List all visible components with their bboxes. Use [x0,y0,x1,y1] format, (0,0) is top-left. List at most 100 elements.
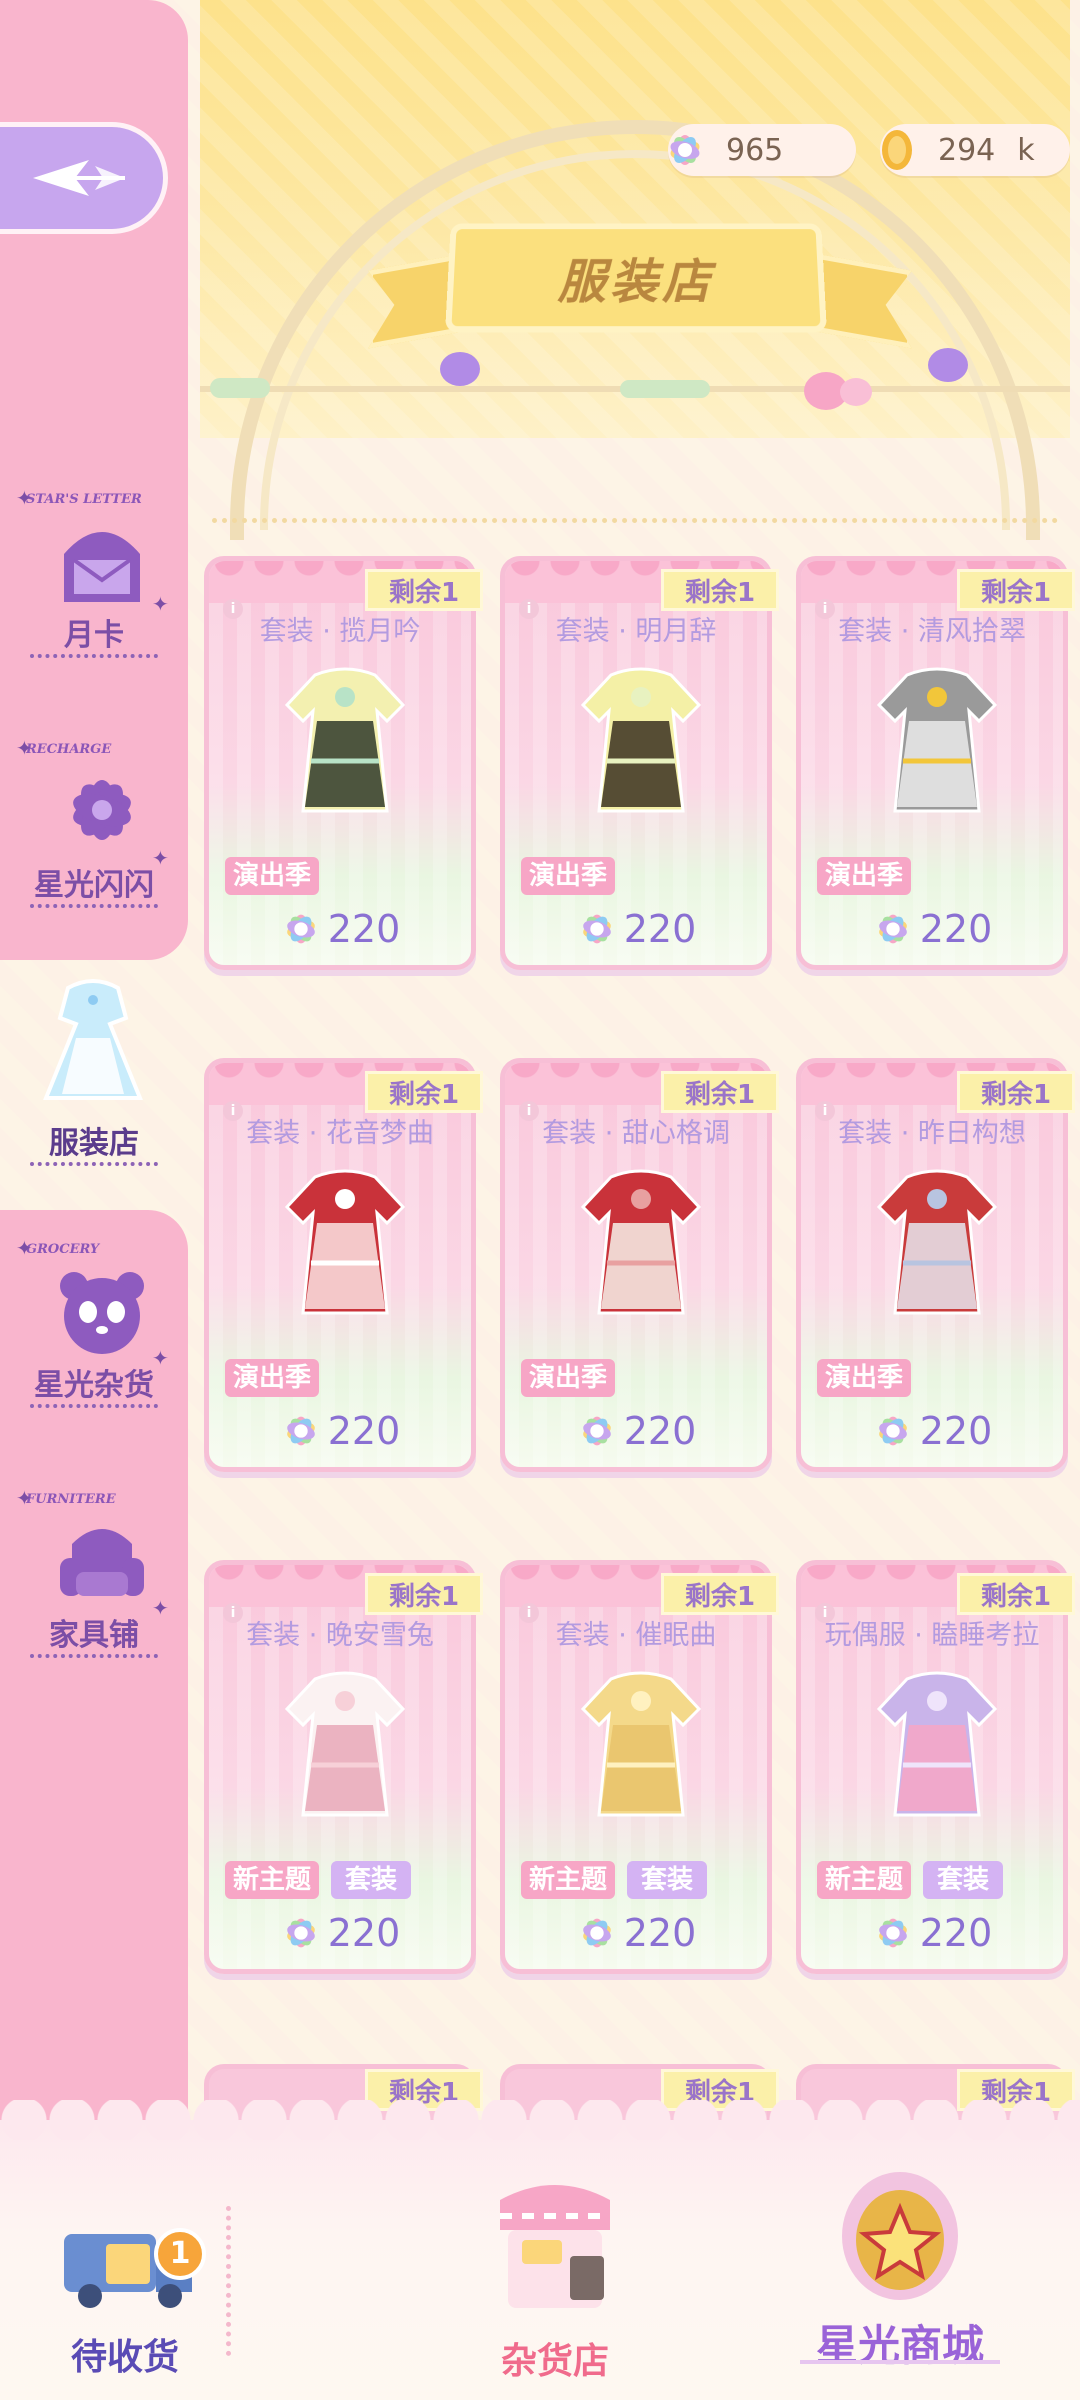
sidebar: STAR'S LETTER ✦ ✦ 月卡 RECHARGE ✦ ✦ 星光闪闪 服… [0,0,188,2400]
letter-icon [54,514,150,606]
price-value: 220 [624,907,697,951]
page-title: 服装店 [557,243,715,312]
sidebar-item-furniture[interactable]: FURNITERE ✦ ✦ 家具铺 [0,1492,188,1692]
price-button[interactable]: 220 [505,907,767,951]
rainbow-star-icon [872,1410,914,1452]
product-card[interactable]: 剩余1 i 套装 · 揽月吟 演出季 220 [204,556,476,970]
coin-count: 294 [938,133,995,168]
dress-icon [28,978,158,1108]
costume-icon [847,661,1027,827]
price-value: 220 [328,907,401,951]
price-button[interactable]: 220 [209,1911,471,1955]
nav-label: 待收货 [40,2328,210,2380]
coin-unit: k [1017,133,1034,168]
flower-decoration [840,378,872,406]
item-tag: 演出季 [225,1359,319,1397]
remaining-badge: 剩余1 [365,569,483,611]
price-value: 220 [624,1911,697,1955]
price-value: 220 [920,907,993,951]
sidebar-item-clothing-store[interactable]: 服装店 [0,978,188,1178]
costume-icon [255,661,435,827]
back-arrow-icon [29,150,129,206]
remaining-badge: 剩余1 [957,569,1075,611]
price-value: 220 [328,1911,401,1955]
flower-decoration [928,348,968,382]
product-card[interactable]: 剩余1 i 套装 · 清风拾翠 演出季 220 [796,556,1068,970]
star-count: 965 [726,133,783,168]
flower-garland [200,386,1070,432]
product-card[interactable]: 剩余1 i 套装 · 昨日构想 演出季 220 [796,1058,1068,1472]
sidebar-item-recharge[interactable]: RECHARGE ✦ ✦ 星光闪闪 [0,742,188,942]
item-tag: 演出季 [817,1359,911,1397]
product-card[interactable]: 剩余1 i 套装 · 催眠曲 新主题 套装 220 [500,1560,772,1974]
item-tags: 新主题 套装 [225,1861,411,1899]
product-card[interactable]: 剩余1 i 玩偶服 · 瞌睡考拉 新主题 套装 220 [796,1560,1068,1974]
back-button[interactable] [0,122,168,234]
remaining-badge: 剩余1 [661,1071,779,1113]
price-value: 220 [920,1911,993,1955]
item-tag: 套装 [627,1861,707,1899]
costume-icon [551,661,731,827]
remaining-badge: 剩余1 [661,569,779,611]
star-mall-icon [810,2144,990,2324]
grocery-stall-icon [470,2160,640,2330]
item-tags: 演出季 [817,1359,911,1397]
item-name: 套装 · 明月辞 [505,609,767,648]
leaf-decoration [620,380,710,398]
costume-icon [847,1665,1027,1831]
title-ribbon: 服装店 [445,223,827,332]
rainbow-star-icon [576,1912,618,1954]
sidebar-item-label: 星光闪闪 [0,860,188,904]
costume-icon [551,1665,731,1831]
item-tags: 新主题 套装 [817,1861,1003,1899]
item-tags: 新主题 套装 [521,1861,707,1899]
item-name: 套装 · 花音梦曲 [209,1111,471,1150]
price-value: 220 [624,1409,697,1453]
flower-icon [54,764,150,856]
price-button[interactable]: 220 [505,1409,767,1453]
rainbow-star-icon [280,1410,322,1452]
costume-icon [255,1665,435,1831]
product-card[interactable]: 剩余1 i 套装 · 明月辞 演出季 220 [500,556,772,970]
rainbow-star-icon [576,1410,618,1452]
product-card[interactable]: 剩余1 i 套装 · 甜心格调 演出季 220 [500,1058,772,1472]
star-currency[interactable]: 965 [668,124,856,176]
costume-icon [255,1163,435,1329]
item-tag: 演出季 [225,857,319,895]
item-tags: 演出季 [521,857,615,895]
divider [212,518,1058,523]
panda-icon [54,1264,150,1356]
remaining-badge: 剩余1 [661,1573,779,1615]
sidebar-item-label: 月卡 [0,610,188,654]
item-tags: 演出季 [817,857,911,895]
price-button[interactable]: 220 [209,1409,471,1453]
coin-icon [874,127,920,173]
price-button[interactable]: 220 [801,1409,1063,1453]
rainbow-star-icon [280,1912,322,1954]
price-value: 220 [328,1409,401,1453]
armchair-icon [54,1514,150,1606]
price-button[interactable]: 220 [801,1911,1063,1955]
item-tag: 套装 [923,1861,1003,1899]
price-button[interactable]: 220 [801,907,1063,951]
item-name: 套装 · 晚安雪兔 [209,1613,471,1652]
product-card[interactable]: 剩余1 i 套装 · 花音梦曲 演出季 220 [204,1058,476,1472]
coin-currency[interactable]: 294 k [880,124,1070,176]
item-tags: 演出季 [521,1359,615,1397]
product-card[interactable]: 剩余1 i 套装 · 晚安雪兔 新主题 套装 220 [204,1560,476,1974]
remaining-badge: 剩余1 [365,1071,483,1113]
price-button[interactable]: 220 [505,1911,767,1955]
costume-icon [847,1163,1027,1329]
item-name: 套装 · 揽月吟 [209,609,471,648]
item-tags: 演出季 [225,857,319,895]
item-tags: 演出季 [225,1359,319,1397]
rainbow-star-icon [872,1912,914,1954]
item-name: 套装 · 甜心格调 [505,1111,767,1150]
price-value: 220 [920,1409,993,1453]
sidebar-item-grocery[interactable]: GROCERY ✦ ✦ 星光杂货 [0,1242,188,1442]
item-name: 套装 · 昨日构想 [801,1111,1063,1150]
rainbow-star-icon [872,908,914,950]
costume-icon [551,1163,731,1329]
price-button[interactable]: 220 [209,907,471,951]
sidebar-item-monthly-card[interactable]: STAR'S LETTER ✦ ✦ 月卡 [0,492,188,692]
